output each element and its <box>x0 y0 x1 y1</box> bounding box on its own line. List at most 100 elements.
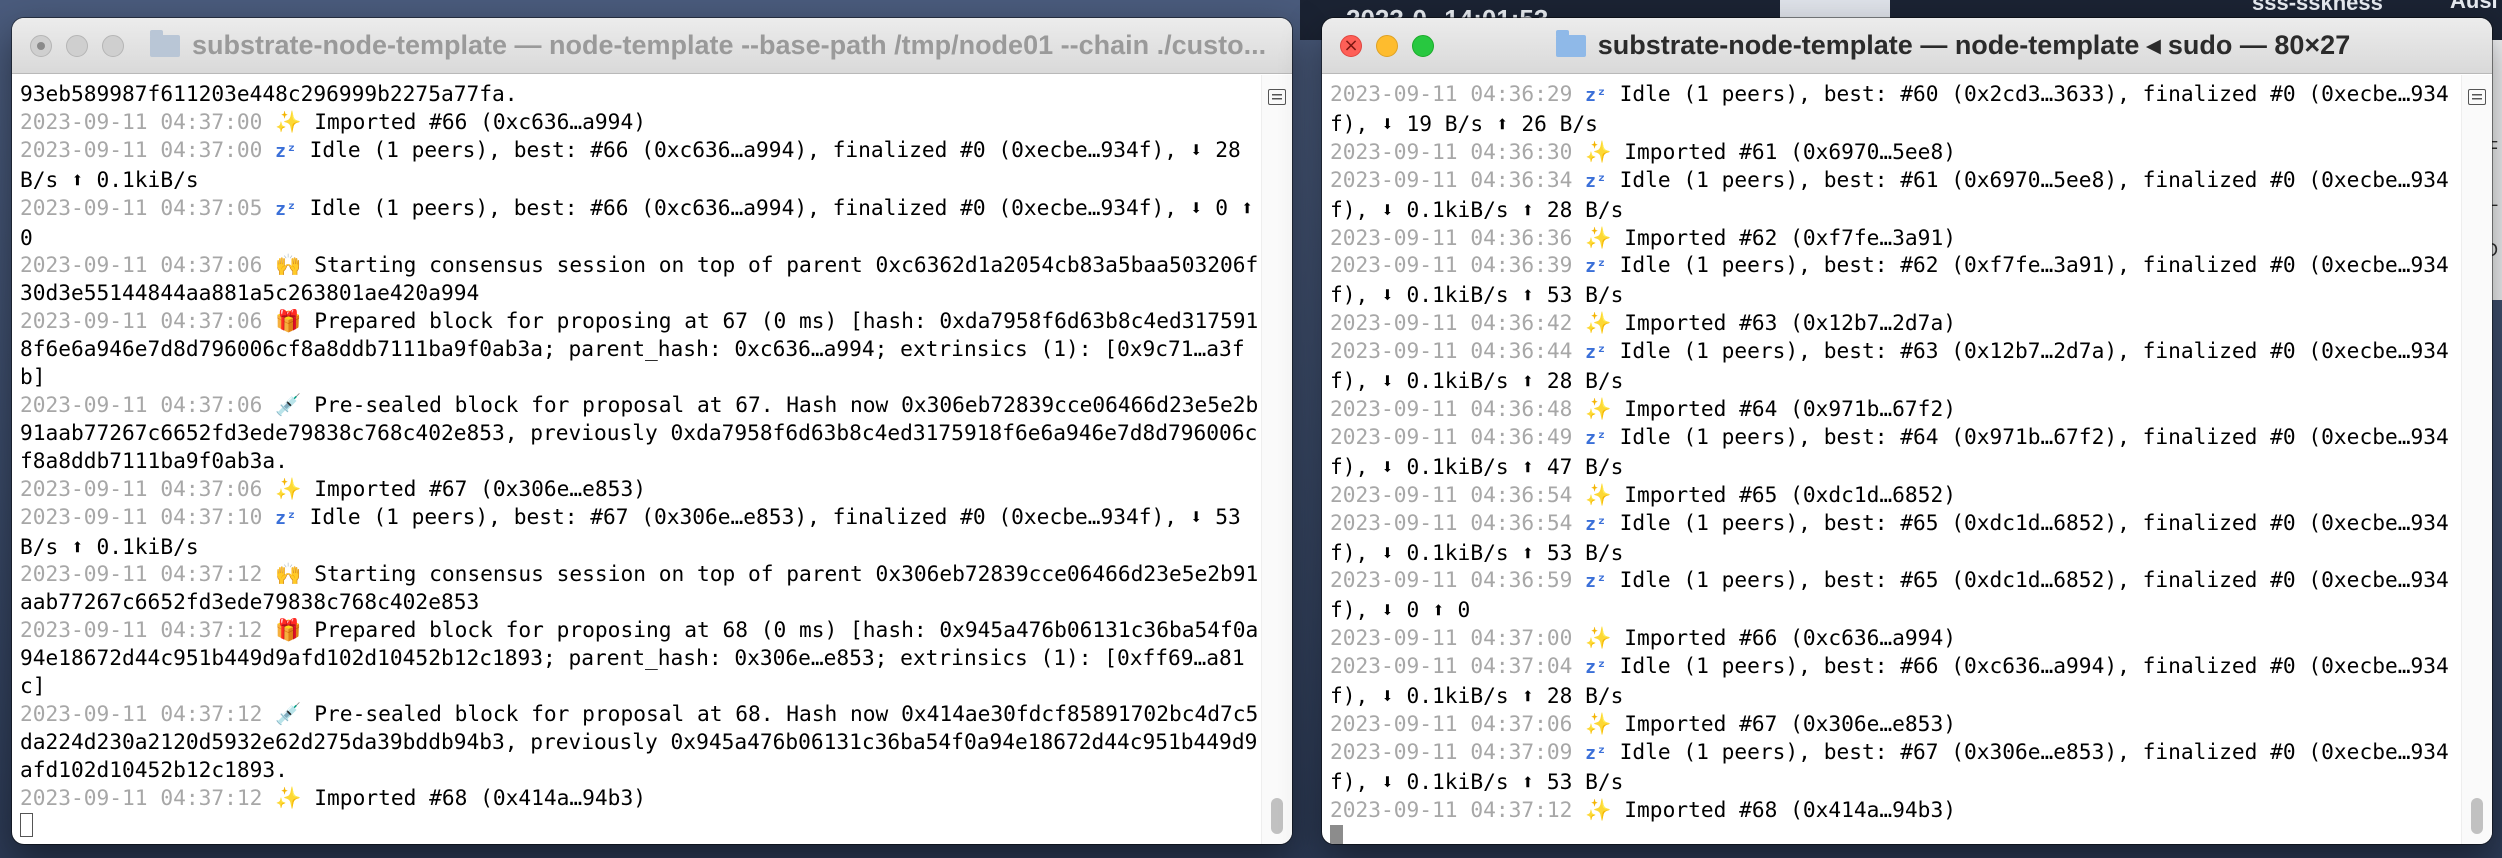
scrollback-marks-icon[interactable] <box>1268 89 1286 105</box>
log-timestamp: 2023-09-11 04:36:39 <box>1330 252 1573 278</box>
log-timestamp: 2023-09-11 04:37:04 <box>1330 653 1573 679</box>
minimize-button[interactable] <box>66 34 88 57</box>
terminal-window-left[interactable]: substrate-node-template — node-template … <box>12 18 1292 844</box>
sparkles-icon: ✨ <box>1585 395 1612 421</box>
log-line: 2023-09-11 04:37:12 💉 Pre-sealed block f… <box>20 700 1262 784</box>
terminal-window-right[interactable]: substrate-node-template — node-template … <box>1322 18 2492 844</box>
log-timestamp: 2023-09-11 04:36:54 <box>1330 509 1573 535</box>
log-line: 2023-09-11 04:37:12 ✨ Imported #68 (0x41… <box>20 784 1262 812</box>
gift-icon: 🎁 <box>275 308 302 334</box>
window-controls <box>12 34 124 57</box>
scrollback-marks-icon[interactable] <box>2468 89 2486 105</box>
log-message: Imported #66 (0xc636…a994) <box>314 108 646 134</box>
log-message: Imported #67 (0x306e…e853) <box>314 475 646 501</box>
minimize-button[interactable] <box>1376 34 1398 57</box>
sparkles-icon: ✨ <box>1585 224 1612 250</box>
sparkles-icon: ✨ <box>275 475 302 501</box>
folder-icon <box>150 30 180 57</box>
sleep-zzz-icon: zᶻ <box>1585 513 1607 535</box>
log-timestamp: 2023-09-11 04:37:06 <box>20 308 263 334</box>
scrollbar[interactable] <box>2461 75 2492 844</box>
log-message: Imported #62 (0xf7fe…3a91) <box>1624 224 1956 250</box>
log-timestamp: 2023-09-11 04:37:12 <box>20 617 263 643</box>
log-timestamp: 2023-09-11 04:37:00 <box>20 136 263 162</box>
log-line: 2023-09-11 04:37:12 ✨ Imported #68 (0x41… <box>1330 796 2462 824</box>
log-timestamp: 2023-09-11 04:36:48 <box>1330 395 1573 421</box>
log-line: 2023-09-11 04:37:04 zᶻ Idle (1 peers), b… <box>1330 652 2462 710</box>
log-timestamp: 2023-09-11 04:37:06 <box>20 475 263 501</box>
log-line: 2023-09-11 04:36:34 zᶻ Idle (1 peers), b… <box>1330 166 2462 224</box>
scrollbar-thumb[interactable] <box>2471 798 2483 834</box>
log-line: 2023-09-11 04:36:36 ✨ Imported #62 (0xf7… <box>1330 224 2462 252</box>
desktop-corner-text-1: sss-sskness <box>2252 0 2383 15</box>
log-timestamp: 2023-09-11 04:37:00 <box>1330 625 1573 651</box>
log-timestamp: 2023-09-11 04:36:34 <box>1330 166 1573 192</box>
log-timestamp: 2023-09-11 04:36:36 <box>1330 224 1573 250</box>
log-timestamp: 2023-09-11 04:36:29 <box>1330 81 1573 106</box>
log-line: 2023-09-11 04:37:00 zᶻ Idle (1 peers), b… <box>20 136 1262 194</box>
log-timestamp: 2023-09-11 04:37:12 <box>20 784 263 810</box>
log-timestamp: 2023-09-11 04:37:05 <box>20 194 263 220</box>
log-line: 2023-09-11 04:37:00 ✨ Imported #66 (0xc6… <box>20 108 1262 136</box>
terminal-output[interactable]: 2023-09-11 04:36:29 zᶻ Idle (1 peers), b… <box>1322 75 2462 844</box>
log-line: 2023-09-11 04:36:49 zᶻ Idle (1 peers), b… <box>1330 423 2462 481</box>
sparkles-icon: ✨ <box>1585 481 1612 507</box>
sleep-zzz-icon: zᶻ <box>1585 571 1607 593</box>
log-timestamp: 2023-09-11 04:37:12 <box>20 700 263 726</box>
terminal-output[interactable]: 93eb589987f611203e448c296999b2275a77fa. 2… <box>12 75 1262 844</box>
sleep-zzz-icon: zᶻ <box>1585 742 1607 764</box>
log-timestamp: 2023-09-11 04:37:09 <box>1330 738 1573 764</box>
log-timestamp: 2023-09-11 04:37:00 <box>20 108 263 134</box>
sparkles-icon: ✨ <box>1585 138 1612 164</box>
window-titlebar[interactable]: substrate-node-template — node-template … <box>1322 18 2492 74</box>
log-line: 2023-09-11 04:36:59 zᶻ Idle (1 peers), b… <box>1330 566 2462 624</box>
sleep-zzz-icon: zᶻ <box>275 140 297 162</box>
log-line: 2023-09-11 04:36:54 zᶻ Idle (1 peers), b… <box>1330 509 2462 567</box>
log-line: 2023-09-11 04:36:54 ✨ Imported #65 (0xdc… <box>1330 481 2462 509</box>
window-title-text: substrate-node-template — node-template … <box>1597 30 2351 60</box>
log-line: 2023-09-11 04:36:42 ✨ Imported #63 (0x12… <box>1330 309 2462 337</box>
log-message: Imported #68 (0x414a…94b3) <box>314 784 646 810</box>
log-line: 2023-09-11 04:36:48 ✨ Imported #64 (0x97… <box>1330 395 2462 423</box>
window-controls <box>1322 34 1434 57</box>
sleep-zzz-icon: zᶻ <box>275 198 297 220</box>
log-line: 2023-09-11 04:37:10 zᶻ Idle (1 peers), b… <box>20 503 1262 561</box>
sleep-zzz-icon: zᶻ <box>1585 170 1607 192</box>
sleep-zzz-icon: zᶻ <box>1585 427 1607 449</box>
close-button[interactable] <box>1340 34 1362 57</box>
raised-hands-icon: 🙌 <box>275 561 302 587</box>
log-timestamp: 2023-09-11 04:37:12 <box>20 561 263 587</box>
zoom-button[interactable] <box>1412 34 1434 57</box>
log-timestamp: 2023-09-11 04:37:12 <box>1330 796 1573 822</box>
terminal-cursor <box>1330 824 1343 844</box>
log-line: 2023-09-11 04:37:00 ✨ Imported #66 (0xc6… <box>1330 624 2462 652</box>
log-timestamp: 2023-09-11 04:37:06 <box>20 391 263 417</box>
log-line: 93eb589987f611203e448c296999b2275a77fa. <box>20 80 1262 108</box>
window-title: substrate-node-template — node-template … <box>124 30 1292 61</box>
log-line: 2023-09-11 04:36:30 ✨ Imported #61 (0x69… <box>1330 138 2462 166</box>
zoom-button[interactable] <box>102 34 124 57</box>
log-timestamp: 2023-09-11 04:36:49 <box>1330 423 1573 449</box>
sleep-zzz-icon: zᶻ <box>1585 85 1607 106</box>
log-line: 2023-09-11 04:37:06 💉 Pre-sealed block f… <box>20 391 1262 475</box>
close-button[interactable] <box>30 34 52 57</box>
log-message: Imported #66 (0xc636…a994) <box>1624 625 1956 651</box>
log-timestamp: 2023-09-11 04:36:42 <box>1330 310 1573 336</box>
log-line: 2023-09-11 04:37:12 🙌 Starting consensus… <box>20 560 1262 616</box>
sparkles-icon: ✨ <box>1585 796 1612 822</box>
log-line: 2023-09-11 04:37:05 zᶻ Idle (1 peers), b… <box>20 194 1262 252</box>
log-timestamp: 2023-09-11 04:37:10 <box>20 503 263 529</box>
sparkles-icon: ✨ <box>1585 310 1612 336</box>
log-line: 2023-09-11 04:36:44 zᶻ Idle (1 peers), b… <box>1330 337 2462 395</box>
sleep-zzz-icon: zᶻ <box>1585 256 1607 278</box>
prompt-line[interactable] <box>20 812 1262 840</box>
scrollbar[interactable] <box>1261 75 1292 844</box>
log-line: 2023-09-11 04:37:06 ✨ Imported #67 (0x30… <box>20 475 1262 503</box>
log-line: 2023-09-11 04:37:06 🎁 Prepared block for… <box>20 307 1262 391</box>
prompt-line[interactable] <box>1330 824 2462 844</box>
log-message: Imported #67 (0x306e…e853) <box>1624 710 1956 736</box>
scrollbar-thumb[interactable] <box>1271 798 1283 834</box>
window-titlebar[interactable]: substrate-node-template — node-template … <box>12 18 1292 74</box>
syringe-icon: 💉 <box>275 700 302 726</box>
log-line: 2023-09-11 04:37:12 🎁 Prepared block for… <box>20 616 1262 700</box>
